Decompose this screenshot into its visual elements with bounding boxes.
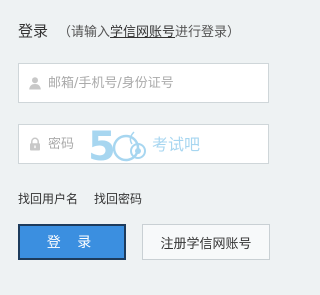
user-icon	[29, 77, 41, 90]
find-username-link[interactable]: 找回用户名	[18, 190, 78, 207]
login-header: 登录 （请输入学信网账号进行登录）	[18, 20, 240, 40]
login-hint: （请输入学信网账号进行登录）	[58, 21, 240, 40]
login-panel: 登录 （请输入学信网账号进行登录） 5 考试吧 找回用户名 找回密码 登 录 注…	[0, 0, 290, 295]
login-button[interactable]: 登 录	[18, 224, 126, 260]
register-button[interactable]: 注册学信网账号	[142, 224, 270, 260]
page-title: 登录	[18, 21, 49, 40]
hint-account-link[interactable]: 学信网账号	[110, 25, 175, 40]
find-password-link[interactable]: 找回密码	[94, 190, 142, 207]
hint-suffix: 进行登录）	[175, 24, 241, 40]
hint-prefix: （请输入	[58, 24, 111, 40]
recovery-links: 找回用户名 找回密码	[18, 190, 142, 207]
username-field[interactable]	[18, 63, 269, 103]
password-field[interactable]	[18, 124, 269, 164]
username-input[interactable]	[48, 75, 248, 91]
lock-icon	[30, 137, 40, 151]
password-input[interactable]	[48, 136, 248, 152]
